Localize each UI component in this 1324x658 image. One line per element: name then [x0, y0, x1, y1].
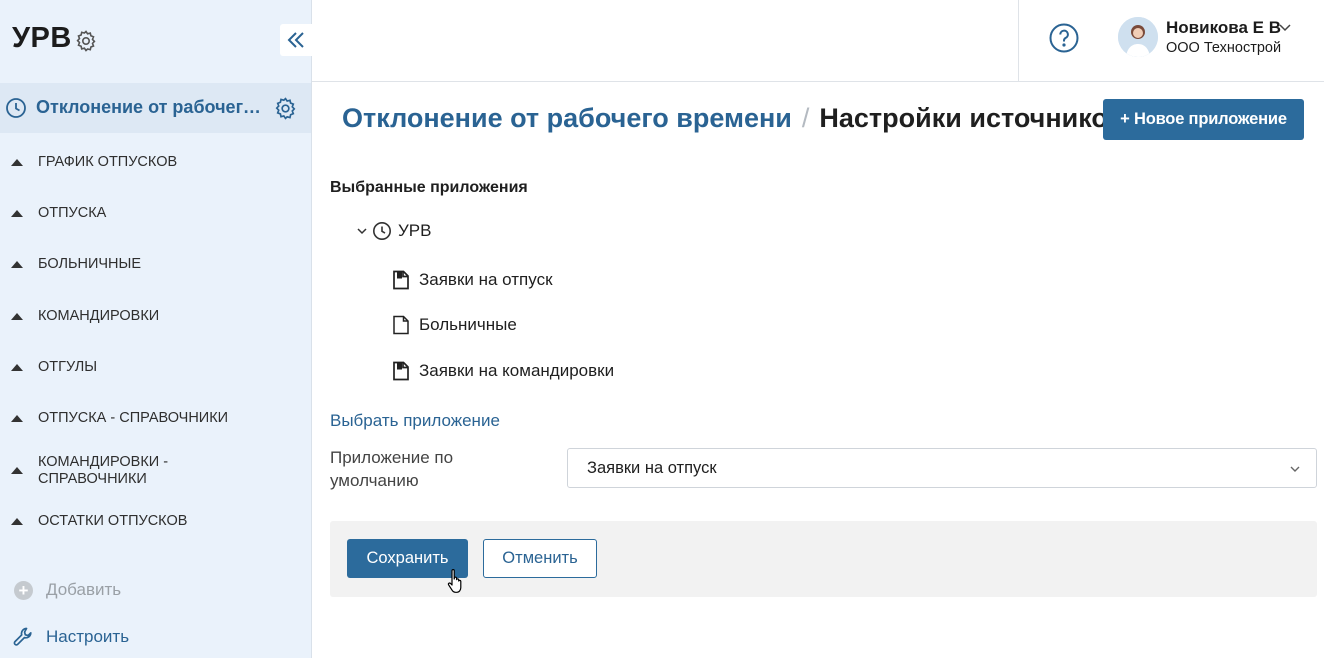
default-app-value: Заявки на отпуск: [587, 459, 717, 477]
breadcrumb-separator: /: [801, 103, 810, 133]
caret-up-icon: [11, 159, 23, 166]
sidebar-item-time-off[interactable]: ОТГУЛЫ: [0, 348, 311, 388]
tree-child-item[interactable]: Заявки на отпуск: [392, 269, 553, 291]
caret-up-icon: [11, 364, 23, 371]
caret-up-icon: [11, 467, 23, 474]
sidebar-add-button[interactable]: + Добавить: [14, 578, 121, 602]
double-chevron-left-icon: [287, 32, 304, 48]
tree-child-item[interactable]: Больничные: [392, 314, 517, 336]
user-photo-icon: [1118, 17, 1158, 57]
caret-up-icon: [11, 261, 23, 268]
page-title: Настройки источников: [819, 103, 1125, 133]
sidebar-item-active[interactable]: Отклонение от рабочего времени: [0, 83, 311, 133]
header-divider: [1018, 0, 1019, 82]
wrench-icon: [13, 627, 32, 646]
chevron-down-icon[interactable]: [356, 225, 368, 237]
sidebar-active-label: Отклонение от рабочего времени: [36, 97, 268, 117]
sidebar-item-sick-leaves[interactable]: БОЛЬНИЧНЫЕ: [0, 245, 311, 285]
selected-apps-title: Выбранные приложения: [330, 179, 528, 196]
sidebar-item-vacation-references[interactable]: ОТПУСКА - СПРАВОЧНИКИ: [0, 399, 311, 439]
sidebar-item-business-trips[interactable]: КОМАНДИРОВКИ: [0, 297, 311, 337]
caret-up-icon: [11, 210, 23, 217]
caret-up-icon: [11, 518, 23, 525]
sidebar-item-vacation-balances[interactable]: ОСТАТКИ ОТПУСКОВ: [0, 502, 311, 542]
document-filled-icon: [393, 361, 409, 381]
new-app-button[interactable]: + Новое приложение: [1103, 99, 1304, 140]
user-organization: ООО Технострой: [1166, 40, 1282, 56]
tree-child-item[interactable]: Заявки на командировки: [392, 360, 614, 382]
cancel-button[interactable]: Отменить: [483, 539, 597, 578]
tree-root-item[interactable]: УРВ: [356, 220, 431, 242]
chevron-down-icon: [1290, 466, 1300, 472]
clock-icon: [373, 222, 391, 240]
sidebar: УРВ Отклонение от рабочего времени ГРАФИ…: [0, 0, 312, 658]
avatar[interactable]: [1118, 17, 1158, 57]
user-name[interactable]: Новикова Е В: [1166, 18, 1281, 38]
sidebar-item-vacations[interactable]: ОТПУСКА: [0, 194, 311, 234]
default-app-select[interactable]: Заявки на отпуск: [567, 448, 1317, 488]
gear-icon[interactable]: [74, 29, 98, 53]
default-app-label: Приложение по умолчанию: [330, 448, 454, 490]
document-filled-icon: [393, 270, 409, 290]
plus-circle-icon: +: [14, 580, 33, 600]
sidebar-item-trip-references[interactable]: КОМАНДИРОВКИ - СПРАВОЧНИКИ: [0, 450, 311, 492]
gear-icon[interactable]: [273, 96, 298, 121]
document-outline-icon: [393, 315, 409, 335]
form-actions-panel: [330, 521, 1317, 597]
caret-up-icon: [11, 415, 23, 422]
sidebar-header: УРВ: [0, 0, 312, 82]
caret-up-icon: [11, 313, 23, 320]
top-bar: Новикова Е В ООО Технострой: [312, 0, 1324, 82]
breadcrumb: Отклонение от рабочего времени / Настройки…: [342, 103, 1125, 134]
collapse-sidebar-button[interactable]: [280, 24, 312, 56]
sidebar-item-vacation-schedule[interactable]: ГРАФИК ОТПУСКОВ: [0, 143, 311, 183]
hand-cursor-icon: [447, 569, 462, 593]
chevron-down-icon[interactable]: [1278, 20, 1292, 34]
app-title[interactable]: УРВ: [12, 22, 72, 55]
sidebar-configure-button[interactable]: Настроить: [12, 624, 129, 650]
choose-app-link[interactable]: Выбрать приложение: [330, 411, 500, 431]
help-icon[interactable]: [1048, 22, 1080, 54]
clock-icon: [6, 98, 26, 118]
breadcrumb-parent-link[interactable]: Отклонение от рабочего времени: [342, 103, 792, 133]
